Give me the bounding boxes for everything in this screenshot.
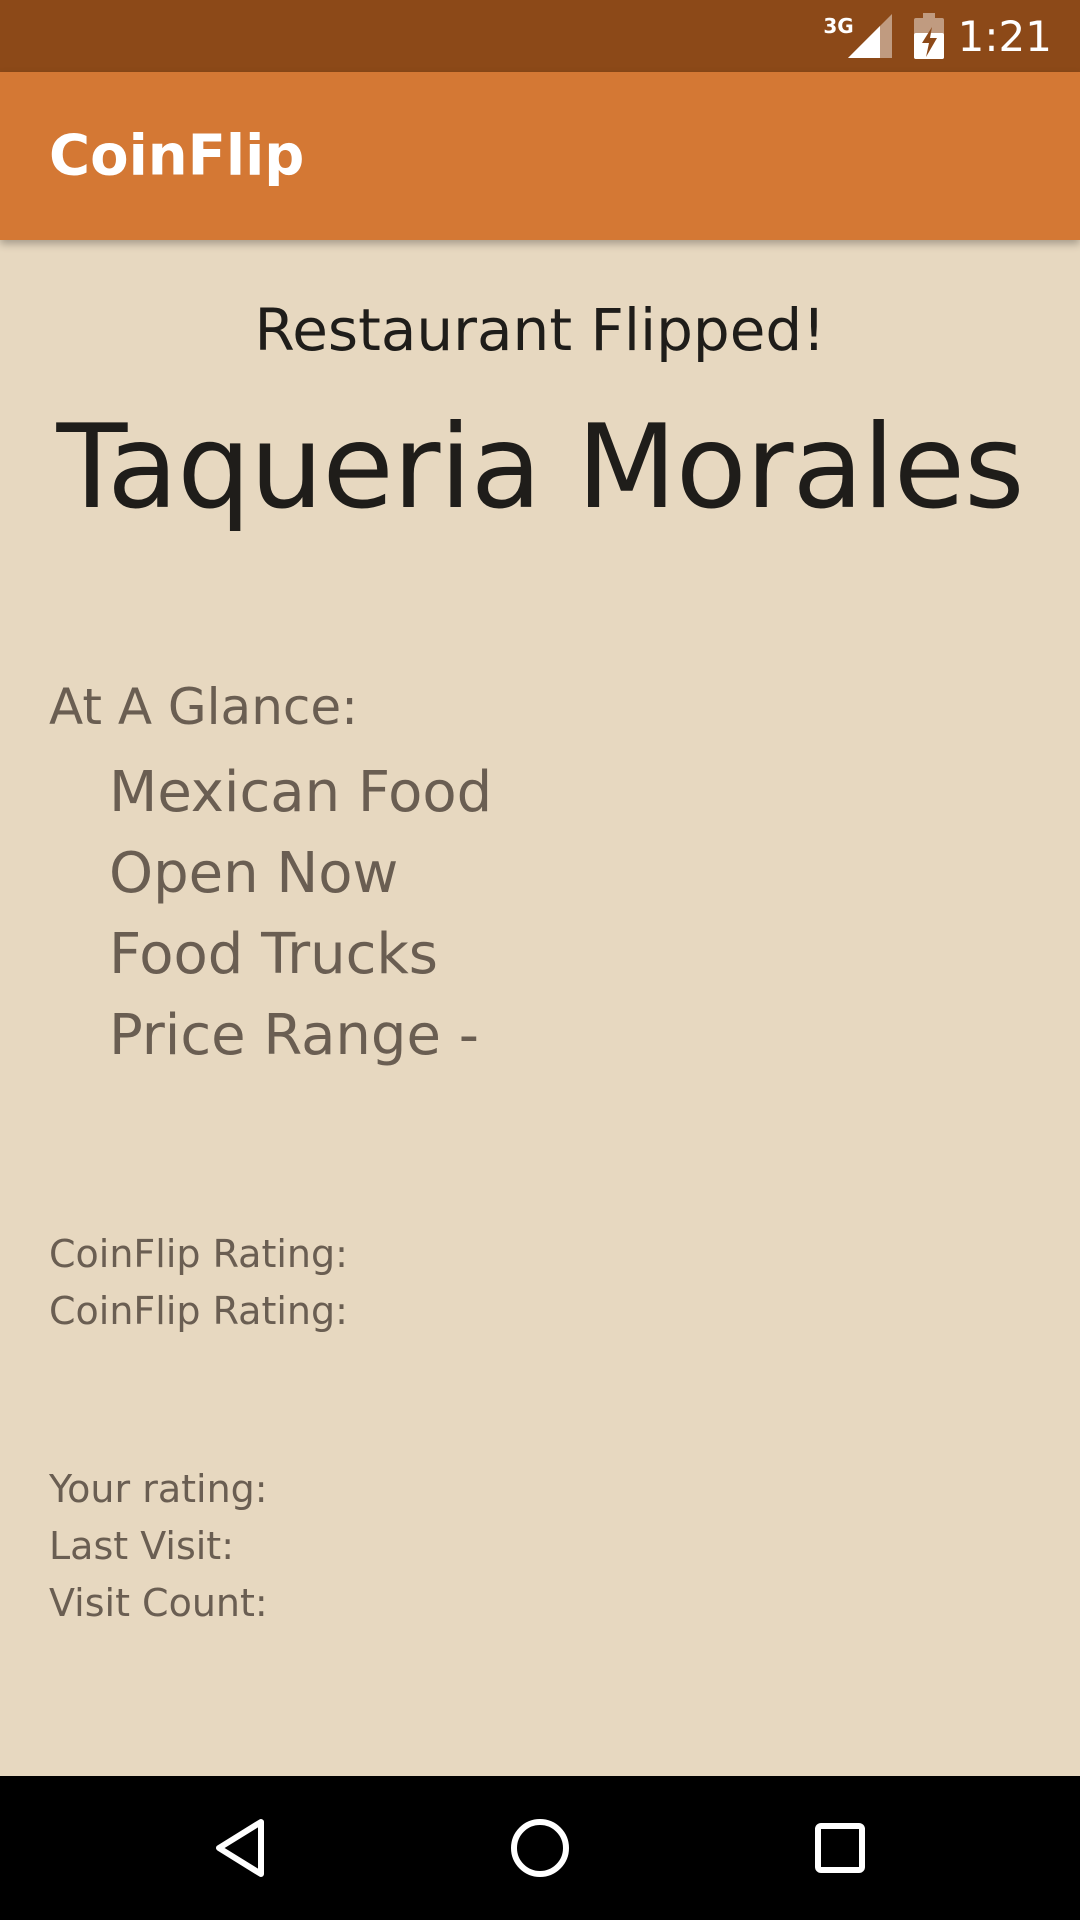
network-type: 3G xyxy=(823,14,854,38)
navigation-bar xyxy=(0,1776,1080,1920)
status-icons: 3G 1:21 xyxy=(823,0,1052,72)
app-title: CoinFlip xyxy=(49,123,305,189)
battery-charging-icon xyxy=(913,13,944,59)
last-visit-label: Last Visit: xyxy=(49,1524,235,1568)
glance-label: At A Glance: xyxy=(49,678,358,736)
coinflip-rating-label: CoinFlip Rating: xyxy=(49,1232,348,1276)
app-bar: CoinFlip xyxy=(0,72,1080,240)
signal-icon xyxy=(847,14,892,58)
glance-item-category: Food Trucks xyxy=(109,922,438,987)
screen: 3G 1:21 CoinFlip Restaurant Flipped! Taq… xyxy=(0,0,1080,1920)
glance-item-cuisine: Mexican Food xyxy=(109,760,493,825)
clock: 1:21 xyxy=(957,11,1052,61)
status-bar: 3G 1:21 xyxy=(0,0,1080,72)
home-icon xyxy=(511,1819,569,1877)
recents-icon xyxy=(815,1823,865,1873)
coinflip-rating-label-2: CoinFlip Rating: xyxy=(49,1289,348,1333)
back-icon xyxy=(216,1819,264,1877)
back-button[interactable] xyxy=(160,1776,320,1920)
flipped-heading: Restaurant Flipped! xyxy=(254,296,826,364)
visit-count-label: Visit Count: xyxy=(49,1581,268,1625)
glance-item-open-status: Open Now xyxy=(109,841,399,906)
home-button[interactable] xyxy=(460,1776,620,1920)
glance-list: Mexican Food Open Now Food Trucks Price … xyxy=(109,752,492,1076)
your-rating-label: Your rating: xyxy=(49,1467,268,1511)
restaurant-name: Taqueria Morales xyxy=(56,400,1025,535)
glance-item-price-range: Price Range - xyxy=(109,1003,479,1068)
recents-button[interactable] xyxy=(760,1776,920,1920)
